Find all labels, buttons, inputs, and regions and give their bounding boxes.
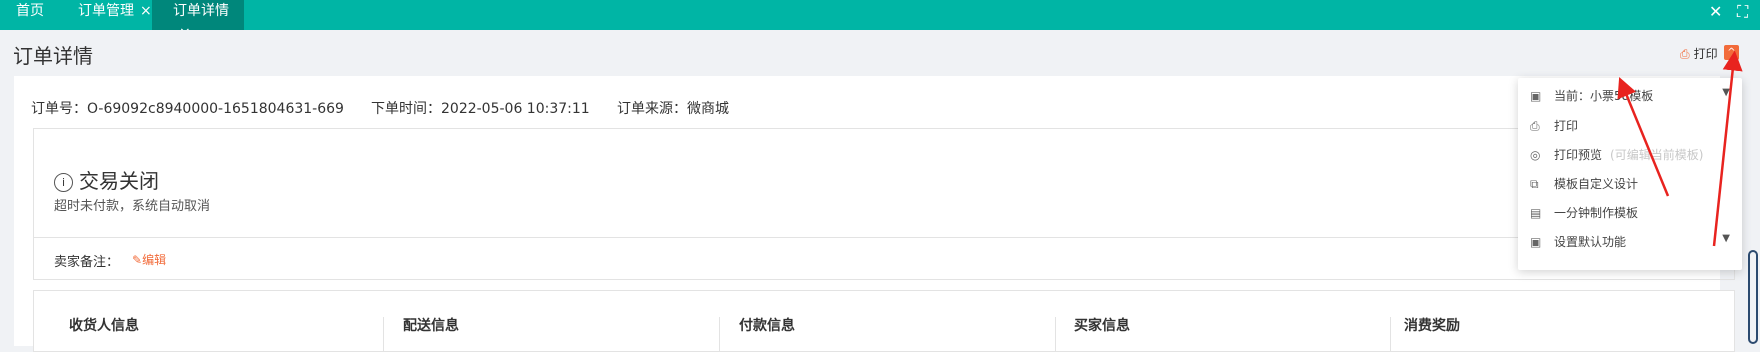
collapse-toggle-button[interactable]: ^ (1724, 45, 1739, 60)
print-label: 打印 (1693, 47, 1718, 61)
print-preview-item[interactable]: ◎ 打印预览 (可编辑当前模板) (1530, 146, 1730, 166)
quick-template-label: 一分钟制作模板 (1554, 206, 1639, 220)
column-rewards: 消费奖励 (1404, 318, 1460, 334)
current-template-label: 当前：小票58模板 (1554, 89, 1654, 103)
caret-down-icon: ▼ (1722, 87, 1730, 98)
template-icon: ▣ (1530, 89, 1542, 103)
fullscreen-icon[interactable]: ⛶ (1737, 2, 1748, 22)
column-delivery-info: 配送信息 (403, 318, 459, 334)
set-default-item[interactable]: ▣ 设置默认功能 ▼ (1530, 233, 1730, 253)
tab-order-management-label: 订单管理 (78, 3, 134, 19)
print-preview-label: 打印预览 (1554, 148, 1603, 162)
divider (34, 237, 1734, 238)
close-window-icon[interactable]: ✕ (1709, 2, 1722, 21)
status-subtitle: 超时未付款，系统自动取消 (54, 199, 211, 214)
status-title-text: 交易关闭 (79, 169, 159, 193)
column-payment-info: 付款信息 (739, 318, 795, 334)
custom-design-item[interactable]: ⧉ 模板自定义设计 (1530, 175, 1730, 195)
tab-home[interactable]: 首页 (16, 0, 66, 30)
print-item-label: 打印 (1554, 119, 1579, 133)
print-dropdown-menu: ▣ 当前：小票58模板 ▼ ⎙ 打印 ◎ 打印预览 (可编辑当前模板) ⧉ 模板自定义设计 … (1518, 78, 1742, 270)
set-default-label: 设置默认功能 (1554, 235, 1627, 249)
info-icon: i (54, 173, 73, 192)
settings-icon: ▣ (1530, 235, 1542, 249)
current-template-item[interactable]: ▣ 当前：小票58模板 ▼ (1530, 87, 1730, 107)
print-preview-hint: (可编辑当前模板) (1610, 148, 1704, 162)
order-source: 订单来源：微商城 (617, 101, 729, 117)
order-time: 下单时间：2022-05-06 10:37:11 (371, 101, 590, 117)
custom-design-label: 模板自定义设计 (1554, 177, 1639, 191)
status-title: i 交易关闭 (54, 165, 159, 194)
close-icon[interactable]: × (140, 3, 152, 19)
page-header: 订单详情 ⎙ 打印 ^ (0, 30, 1760, 75)
edit-icon: ✎ (132, 253, 143, 267)
seller-note-label: 卖家备注： (54, 255, 120, 270)
edit-note-link[interactable]: ✎编辑 (132, 251, 166, 268)
printer-icon: ⎙ (1530, 119, 1540, 133)
template-icon: ▤ (1530, 206, 1542, 220)
tab-order-detail[interactable]: 订单详情× (152, 0, 244, 41)
scrollbar[interactable] (1748, 250, 1758, 344)
page-title: 订单详情 (13, 44, 93, 68)
tab-order-management[interactable]: 订单管理 × (78, 0, 158, 30)
caret-down-icon: ▼ (1722, 233, 1730, 244)
printer-icon: ⎙ (1680, 47, 1690, 61)
print-item[interactable]: ⎙ 打印 (1530, 117, 1730, 137)
info-columns: 收货人信息 配送信息 付款信息 买家信息 消费奖励 (33, 290, 1735, 352)
edit-label: 编辑 (142, 253, 167, 267)
tab-home-label: 首页 (16, 3, 44, 19)
order-number: 订单号：O-69092c8940000-1651804631-669 (31, 101, 344, 117)
column-receiver-info: 收货人信息 (69, 318, 139, 334)
tab-order-detail-label: 订单详情 (173, 3, 229, 19)
order-status-box: i 交易关闭 超时未付款，系统自动取消 卖家备注： ✎编辑 (33, 128, 1735, 280)
copy-icon: ⧉ (1530, 177, 1539, 191)
print-button[interactable]: ⎙ 打印 (1680, 45, 1718, 62)
quick-template-item[interactable]: ▤ 一分钟制作模板 (1530, 204, 1730, 224)
order-detail-card: 订单号：O-69092c8940000-1651804631-669 下单时间：… (14, 76, 1735, 352)
column-buyer-info: 买家信息 (1074, 318, 1130, 334)
top-tab-bar: 首页 订单管理 × 订单详情× ✕ ⛶ (0, 0, 1760, 41)
preview-icon: ◎ (1530, 148, 1541, 162)
